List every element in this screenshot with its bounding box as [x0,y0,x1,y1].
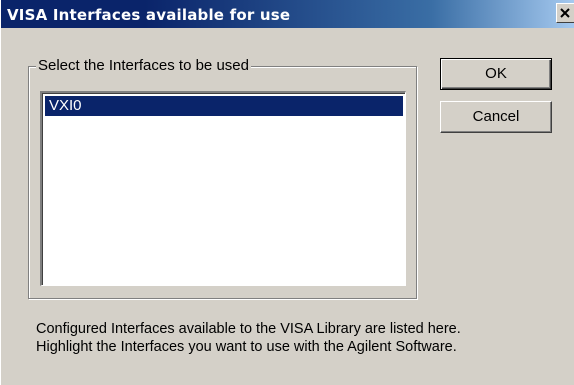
description-line-2: Highlight the Interfaces you want to use… [36,339,457,355]
dialog-window: VISA Interfaces available for use Select… [0,0,574,385]
close-button[interactable] [556,3,574,23]
interfaces-listbox[interactable]: VXI0 [40,91,406,286]
window-title: VISA Interfaces available for use [7,6,291,24]
list-item[interactable]: VXI0 [45,96,403,116]
description-text: Configured Interfaces available to the V… [36,320,566,356]
groupbox-label: Select the Interfaces to be used [36,57,251,74]
ok-button[interactable]: OK [440,58,552,90]
description-line-1: Configured Interfaces available to the V… [36,321,461,337]
close-icon [560,8,570,18]
title-bar[interactable]: VISA Interfaces available for use [1,0,574,28]
cancel-button[interactable]: Cancel [440,101,552,133]
